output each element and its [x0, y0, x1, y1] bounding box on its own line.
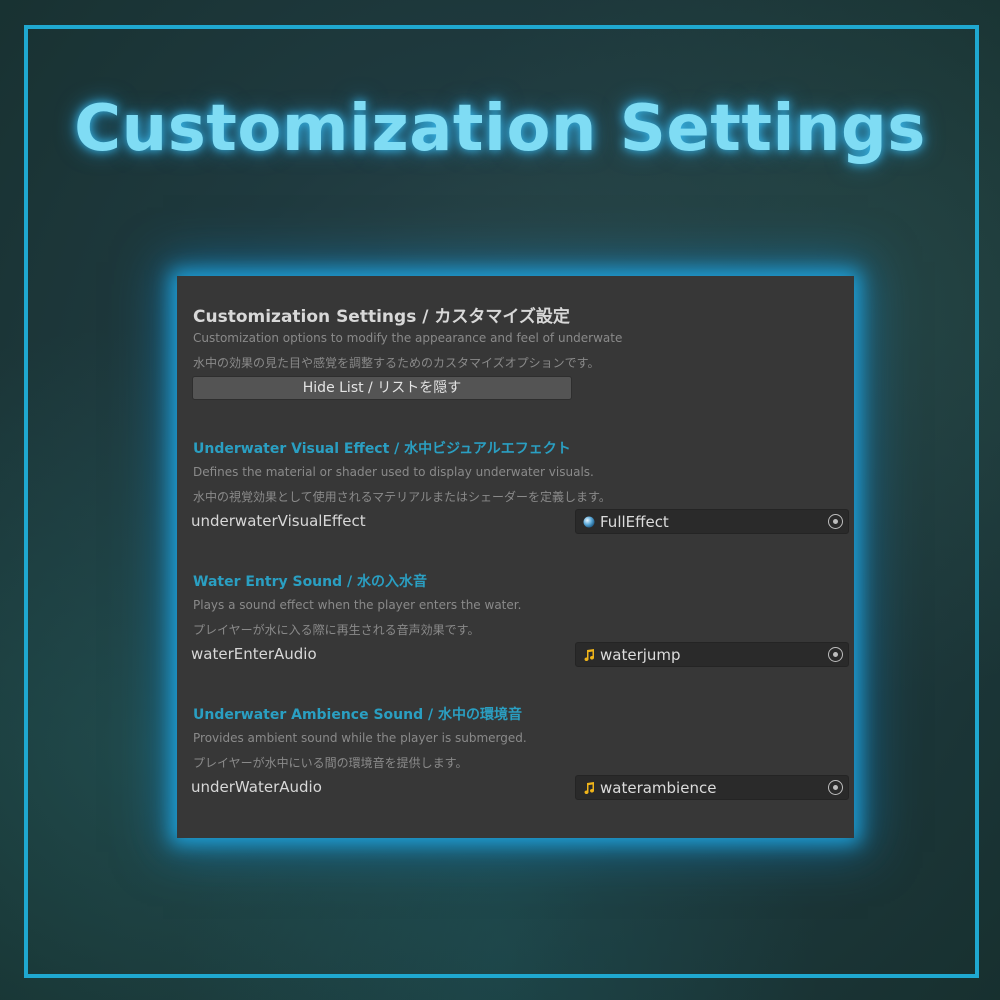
object-field-underwater-visual-effect[interactable]: FullEffect — [575, 509, 849, 534]
object-picker-icon[interactable] — [828, 780, 843, 795]
section-description-en: Defines the material or shader used to d… — [193, 465, 594, 479]
material-sphere-icon — [583, 516, 595, 528]
inspector-panel: Customization Settings / カスタマイズ設定 Custom… — [177, 276, 854, 838]
object-field-value: FullEffect — [600, 513, 669, 531]
section-description-en: Provides ambient sound while the player … — [193, 731, 527, 745]
section-title-water-entry-sound: Water Entry Sound / 水の入水音 — [193, 574, 428, 590]
section-title-underwater-ambience: Underwater Ambience Sound / 水中の環境音 — [193, 707, 522, 723]
field-label-underwater-visual-effect: underwaterVisualEffect — [191, 512, 366, 530]
field-label-under-water-audio: underWaterAudio — [191, 778, 322, 796]
banner-title: Customization Settings — [74, 92, 926, 166]
object-field-under-water-audio[interactable]: waterambience — [575, 775, 849, 800]
object-picker-icon[interactable] — [828, 514, 843, 529]
object-field-value: waterambience — [600, 779, 717, 797]
object-field-water-enter-audio[interactable]: waterjump — [575, 642, 849, 667]
object-field-value: waterjump — [600, 646, 681, 664]
audio-clip-icon — [584, 782, 595, 794]
section-description-ja: 水中の視覚効果として使用されるマテリアルまたはシェーダーを定義します。 — [193, 490, 611, 504]
section-description-ja: プレイヤーが水に入る際に再生される音声効果です。 — [193, 623, 480, 637]
section-description-en: Plays a sound effect when the player ent… — [193, 598, 522, 612]
panel-description-en: Customization options to modify the appe… — [193, 331, 623, 345]
section-description-ja: プレイヤーが水中にいる間の環境音を提供します。 — [193, 756, 468, 770]
object-picker-icon[interactable] — [828, 647, 843, 662]
hide-list-button[interactable]: Hide List / リストを隠す — [192, 376, 572, 400]
panel-description-ja: 水中の効果の見た目や感覚を調整するためのカスタマイズオプションです。 — [193, 356, 600, 370]
field-label-water-enter-audio: waterEnterAudio — [191, 645, 317, 663]
audio-clip-icon — [584, 649, 595, 661]
panel-heading: Customization Settings / カスタマイズ設定 — [193, 307, 570, 327]
section-title-visual-effect: Underwater Visual Effect / 水中ビジュアルエフェクト — [193, 441, 571, 457]
